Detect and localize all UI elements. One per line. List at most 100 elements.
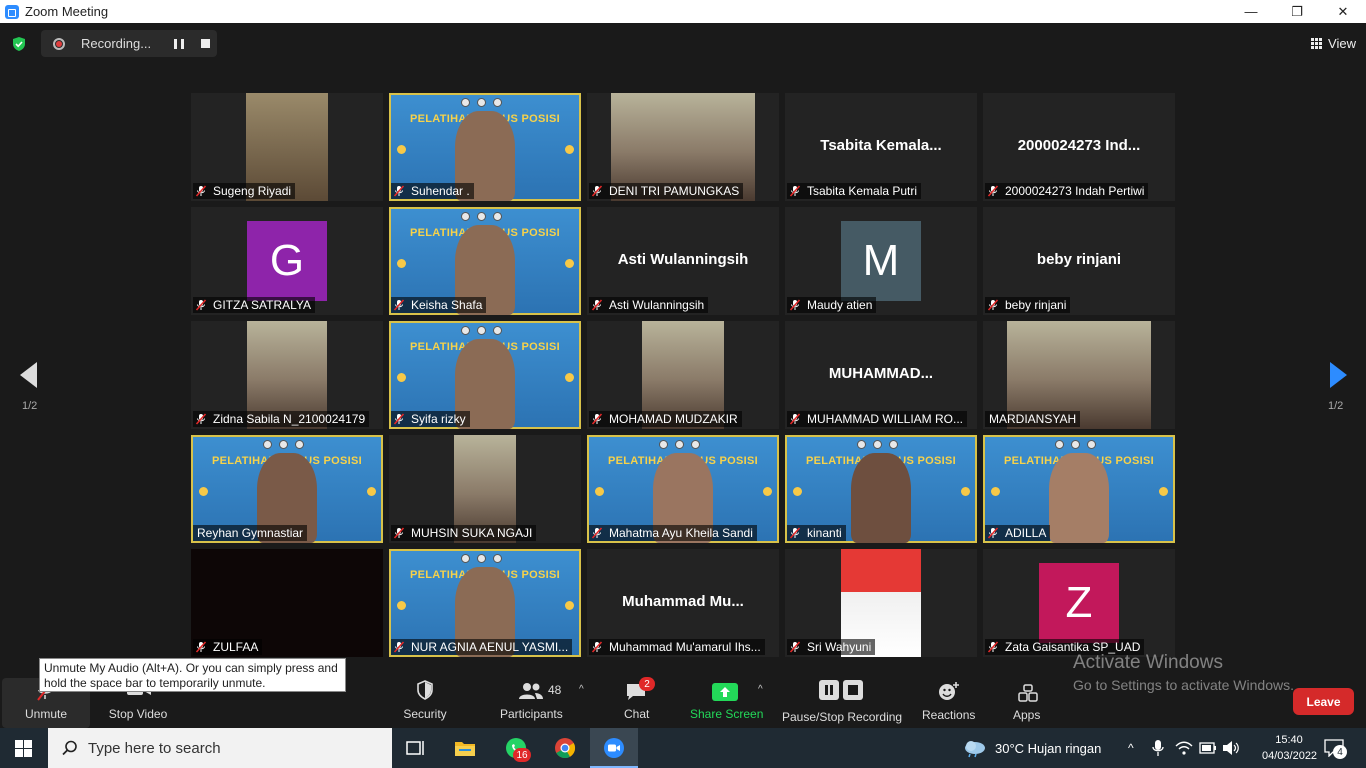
participant-nameplate: MUHSIN SUKA NGAJI: [391, 525, 537, 541]
participant-name: Asti Wulanningsih: [609, 298, 705, 312]
participant-nameplate: Asti Wulanningsih: [589, 297, 709, 313]
participant-name: Keisha Shafa: [411, 298, 483, 312]
view-button[interactable]: View: [1311, 33, 1356, 53]
participant-name: Sugeng Riyadi: [213, 184, 292, 198]
participant-video: [851, 453, 911, 543]
task-view-icon[interactable]: [404, 736, 428, 760]
participant-tile[interactable]: beby rinjani beby rinjani: [983, 207, 1175, 315]
participant-nameplate: ADILLA: [985, 525, 1051, 541]
weather-cloud-icon[interactable]: [962, 738, 988, 758]
participant-tile[interactable]: Sugeng Riyadi: [191, 93, 383, 201]
stop-recording-icon[interactable]: [201, 39, 210, 48]
microphone-tray-icon[interactable]: [1151, 739, 1165, 757]
participants-button[interactable]: 48 Participants: [498, 660, 564, 728]
close-button[interactable]: ✕: [1320, 0, 1366, 23]
battery-icon[interactable]: [1199, 741, 1217, 755]
share-screen-label: Share Screen: [690, 707, 764, 721]
search-icon: [62, 740, 77, 756]
participant-tile[interactable]: PELATIHAN KASUS POSISIReyhan Gymnastiar: [191, 435, 383, 543]
participant-tile[interactable]: Tsabita Kemala... Tsabita Kemala Putri: [785, 93, 977, 201]
view-label: View: [1328, 35, 1356, 51]
pause-stop-recording-button[interactable]: Pause/Stop Recording: [780, 660, 904, 728]
leave-button[interactable]: Leave: [1293, 688, 1354, 715]
whatsapp-badge: 16: [513, 748, 531, 762]
activate-windows-watermark: Activate Windows Go to Settings to activ…: [1073, 652, 1294, 693]
participants-label: Participants: [500, 707, 563, 721]
maximize-button[interactable]: ❐: [1274, 0, 1320, 23]
participant-name: ADILLA: [1005, 526, 1047, 540]
pause-recording-icon[interactable]: [174, 39, 184, 49]
apps-button[interactable]: Apps: [1010, 660, 1046, 728]
security-shield-icon: [417, 680, 433, 700]
participant-name: Reyhan Gymnastiar: [197, 526, 304, 540]
participant-tile[interactable]: PELATIHAN KASUS POSISIADILLA: [983, 435, 1175, 543]
participant-nameplate: Zidna Sabila N_2100024179: [193, 411, 370, 427]
participant-nameplate: MOHAMAD MUDZAKIR: [589, 411, 742, 427]
participant-tile[interactable]: ZULFAA: [191, 549, 383, 657]
participant-nameplate: kinanti: [787, 525, 846, 541]
participant-tile[interactable]: MUHSIN SUKA NGAJI: [389, 435, 581, 543]
taskbar-search-box[interactable]: Type here to search: [48, 728, 392, 768]
chat-button[interactable]: 2 Chat: [618, 660, 656, 728]
participant-tile[interactable]: DENI TRI PAMUNGKAS: [587, 93, 779, 201]
participant-tile[interactable]: Muhammad Mu... Muhammad Mu'amarul Ihs...: [587, 549, 779, 657]
participant-tile[interactable]: MOHAMAD MUDZAKIR: [587, 321, 779, 429]
participant-tile[interactable]: PELATIHAN KASUS POSISIKeisha Shafa: [389, 207, 581, 315]
participant-tile[interactable]: PELATIHAN KASUS POSISIkinanti: [785, 435, 977, 543]
recording-indicator: Recording...: [41, 30, 217, 57]
encryption-shield-icon[interactable]: [11, 36, 27, 52]
file-explorer-icon[interactable]: [453, 736, 477, 760]
participant-nameplate: Reyhan Gymnastiar: [193, 525, 308, 541]
windows-start-icon[interactable]: [15, 740, 32, 757]
previous-page-arrow-icon[interactable]: [20, 362, 37, 388]
zoom-taskbar-icon[interactable]: [602, 736, 626, 760]
participant-tile[interactable]: PELATIHAN KASUS POSISINUR AGNIA AENUL YA…: [389, 549, 581, 657]
tray-overflow-chevron-icon[interactable]: ^: [1128, 728, 1134, 768]
participants-icon: [519, 683, 543, 699]
participant-tile[interactable]: PELATIHAN KASUS POSISISuhendar .: [389, 93, 581, 201]
recording-label: Recording...: [81, 36, 152, 51]
speaker-volume-icon[interactable]: [1222, 740, 1240, 756]
participant-nameplate: Keisha Shafa: [391, 297, 487, 313]
participant-nameplate: Sugeng Riyadi: [193, 183, 296, 199]
participant-name: 2000024273 Indah Pertiwi: [1005, 184, 1145, 198]
chat-label: Chat: [624, 707, 650, 721]
participant-name: Syifa rizky: [411, 412, 466, 426]
wifi-icon[interactable]: [1175, 740, 1193, 756]
pause-stop-recording-label: Pause/Stop Recording: [782, 710, 903, 724]
participant-tile[interactable]: M Maudy atien: [785, 207, 977, 315]
chrome-icon[interactable]: [553, 736, 577, 760]
participants-count: 48: [548, 683, 562, 697]
participant-tile[interactable]: MUHAMMAD... MUHAMMAD WILLIAM RO...: [785, 321, 977, 429]
minimize-button[interactable]: —: [1228, 0, 1274, 23]
participant-tile[interactable]: G GITZA SATRALYA: [191, 207, 383, 315]
participant-tile[interactable]: Z Zata Gaisantika SP_UAD: [983, 549, 1175, 657]
participant-tile[interactable]: Asti Wulanningsih Asti Wulanningsih: [587, 207, 779, 315]
share-screen-button[interactable]: Share Screen: [687, 660, 764, 728]
chat-unread-badge: 2: [639, 677, 655, 691]
participant-name: Maudy atien: [807, 298, 873, 312]
participant-tile[interactable]: 2000024273 Ind... 2000024273 Indah Pertiw…: [983, 93, 1175, 201]
participant-display-name: beby rinjani: [1036, 251, 1122, 268]
participant-tile[interactable]: MARDIANSYAH: [983, 321, 1175, 429]
page-indicator-right: 1/2: [1328, 400, 1344, 412]
participant-name: beby rinjani: [1005, 298, 1067, 312]
weather-text[interactable]: 30°C Hujan ringan: [995, 728, 1101, 768]
participants-options-chevron-icon[interactable]: ^: [579, 684, 584, 695]
next-page-arrow-icon[interactable]: [1330, 362, 1347, 388]
participant-tile[interactable]: PELATIHAN KASUS POSISIMahatma Ayu Kheila…: [587, 435, 779, 543]
taskbar-clock[interactable]: 15:40 04/03/2022: [1262, 732, 1318, 764]
reactions-button[interactable]: Reactions: [918, 660, 976, 728]
participant-tile[interactable]: Zidna Sabila N_2100024179: [191, 321, 383, 429]
participant-name: NUR AGNIA AENUL YASMI...: [411, 640, 569, 654]
clock-date: 04/03/2022: [1262, 750, 1318, 762]
windows-taskbar: Type here to search 16 30°C Hujan ringan…: [0, 728, 1366, 768]
participant-nameplate: Sri Wahyuni: [787, 639, 876, 655]
participant-tile[interactable]: Sri Wahyuni: [785, 549, 977, 657]
recording-dot-icon: [53, 37, 65, 50]
participant-nameplate: ZULFAA: [193, 639, 263, 655]
share-options-chevron-icon[interactable]: ^: [758, 684, 763, 695]
participant-tile[interactable]: PELATIHAN KASUS POSISISyifa rizky: [389, 321, 581, 429]
security-button[interactable]: Security: [398, 660, 452, 728]
participant-nameplate: MARDIANSYAH: [985, 411, 1081, 427]
